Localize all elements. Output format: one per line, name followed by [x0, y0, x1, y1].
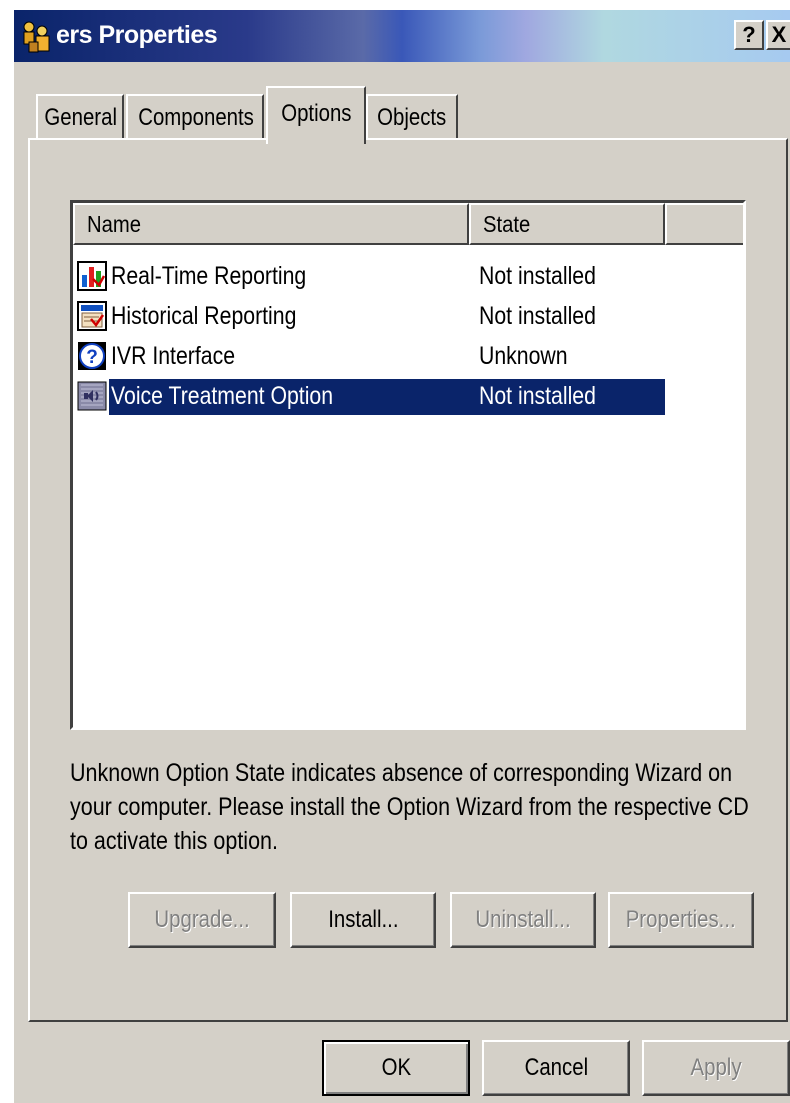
column-header-name-label: Name [87, 211, 141, 237]
upgrade-button[interactable]: Upgrade... [128, 892, 276, 948]
svg-text:?: ? [86, 347, 98, 368]
tab-options-label: Options [280, 100, 352, 127]
apply-button[interactable]: Apply [642, 1040, 790, 1096]
list-header: Name State [73, 203, 743, 245]
info-text-content: Unknown Option State indicates absence o… [70, 759, 749, 855]
ok-button-label: OK [381, 1054, 411, 1081]
option-name: IVR Interface [111, 342, 236, 370]
column-header-name[interactable]: Name [73, 203, 469, 245]
tab-options[interactable]: Options [266, 86, 366, 144]
tab-general-label: General [44, 104, 117, 131]
tab-components-label: Components [138, 104, 254, 131]
properties-button[interactable]: Properties... [608, 892, 754, 948]
cancel-button-label: Cancel [524, 1054, 588, 1081]
uninstall-button-label: Uninstall... [475, 906, 571, 933]
option-state: Not installed [479, 262, 596, 290]
list-item[interactable]: Historical Reporting Not installed [73, 297, 665, 335]
option-name: Historical Reporting [111, 302, 297, 330]
cancel-button[interactable]: Cancel [482, 1040, 630, 1096]
close-button[interactable]: X [766, 20, 790, 50]
options-list[interactable]: Name State Real-Time Reporting Not insta… [70, 200, 746, 730]
question-icon: ? [78, 342, 106, 370]
window-title: ers Properties [56, 21, 218, 49]
option-name: Voice Treatment Option [111, 382, 334, 410]
upgrade-button-label: Upgrade... [154, 906, 250, 933]
column-header-state-label: State [483, 211, 531, 237]
properties-button-label: Properties... [626, 906, 736, 933]
column-header-empty[interactable] [665, 203, 743, 245]
list-item[interactable]: ? IVR Interface Unknown [73, 337, 665, 375]
option-state: Not installed [479, 302, 596, 330]
tab-objects-label: Objects [377, 104, 447, 131]
help-button[interactable]: ? [734, 20, 764, 50]
title-bar[interactable]: ers Properties ? X [14, 10, 790, 62]
list-item-selected[interactable]: Voice Treatment Option Not installed [73, 377, 665, 415]
ok-button[interactable]: OK [322, 1040, 470, 1096]
apply-button-label: Apply [690, 1054, 742, 1081]
option-name: Real-Time Reporting [111, 262, 307, 290]
column-header-state[interactable]: State [469, 203, 665, 245]
tab-components[interactable]: Components [126, 94, 264, 140]
tab-objects[interactable]: Objects [366, 94, 458, 140]
historical-report-icon [77, 301, 107, 331]
voice-treatment-icon [77, 381, 107, 411]
uninstall-button[interactable]: Uninstall... [450, 892, 596, 948]
people-group-icon [23, 21, 50, 53]
realtime-report-icon [77, 261, 107, 291]
install-button[interactable]: Install... [290, 892, 436, 948]
option-state: Unknown [479, 342, 568, 370]
properties-dialog: ers Properties ? X General Components Ob… [14, 10, 790, 1103]
tab-general[interactable]: General [36, 94, 124, 140]
list-item[interactable]: Real-Time Reporting Not installed [73, 257, 665, 295]
install-button-label: Install... [327, 906, 399, 933]
info-text: Unknown Option State indicates absence o… [70, 756, 770, 858]
option-state: Not installed [479, 382, 596, 410]
